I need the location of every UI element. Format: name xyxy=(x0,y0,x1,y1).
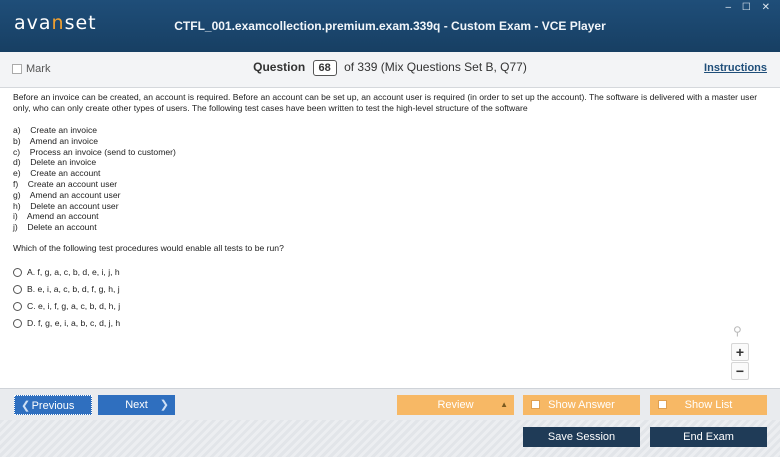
option-label: B. e, i, a, c, b, d, f, g, h, j xyxy=(27,284,120,295)
chevron-right-icon: ❯ xyxy=(159,399,169,411)
question-counter: Question 68 of 339 (Mix Questions Set B,… xyxy=(0,60,780,76)
radio-icon[interactable] xyxy=(13,302,22,311)
show-list-label: Show List xyxy=(684,399,733,411)
list-item: f) Create an account user xyxy=(13,178,118,189)
answer-option-b[interactable]: B. e, i, a, c, b, d, f, g, h, j xyxy=(13,281,120,298)
list-item: a) Create an invoice xyxy=(13,125,98,135)
question-label: Question xyxy=(253,60,306,74)
radio-icon[interactable] xyxy=(13,319,22,328)
test-case-list: a) Create an invoice b) Amend an invoice… xyxy=(13,125,176,233)
option-label: D. f, g, e, i, a, b, c, d, j, h xyxy=(27,318,121,329)
next-button[interactable]: Next ❯ xyxy=(98,395,175,415)
list-item: e) Create an account xyxy=(13,168,101,179)
list-item: d) Delete an invoice xyxy=(13,157,97,168)
next-label: Next xyxy=(125,399,148,411)
caret-up-icon: ▲ xyxy=(500,400,508,409)
save-session-button[interactable]: Save Session xyxy=(523,427,640,447)
review-button[interactable]: Review ▲ xyxy=(397,395,514,415)
question-stem: Before an invoice can be created, an acc… xyxy=(13,92,758,113)
previous-button[interactable]: ❮ Previous xyxy=(14,395,92,415)
show-list-button[interactable]: Show List xyxy=(650,395,767,415)
window-controls[interactable]: ‒ ☐ ✕ xyxy=(726,2,774,13)
checkbox-icon[interactable] xyxy=(658,400,667,409)
list-item: h) Delete an account user xyxy=(13,200,119,211)
checkbox-icon[interactable] xyxy=(531,400,540,409)
search-icon[interactable]: ⚲ xyxy=(733,325,742,337)
answer-option-a[interactable]: A. f, g, a, c, b, d, e, i, j, h xyxy=(13,264,120,281)
list-item: g) Amend an account user xyxy=(13,189,121,200)
question-prompt: Which of the following test procedures w… xyxy=(13,243,284,253)
footer-toolbar: ❮ Previous Next ❯ Review ▲ Show Answer S… xyxy=(0,388,780,457)
title-bar: avanset CTFL_001.examcollection.premium.… xyxy=(0,0,780,52)
question-total: of 339 (Mix Questions Set B, Q77) xyxy=(344,60,527,74)
question-content: Before an invoice can be created, an acc… xyxy=(0,88,780,388)
zoom-in-button[interactable]: + xyxy=(731,343,749,361)
option-label: C. e, i, f, g, a, c, b, d, h, j xyxy=(27,301,121,312)
answer-options: A. f, g, a, c, b, d, e, i, j, h B. e, i,… xyxy=(13,264,120,332)
show-answer-button[interactable]: Show Answer xyxy=(523,395,640,415)
zoom-out-button[interactable]: − xyxy=(731,362,749,380)
answer-option-c[interactable]: C. e, i, f, g, a, c, b, d, h, j xyxy=(13,298,120,315)
question-number-input[interactable]: 68 xyxy=(312,60,337,76)
end-exam-button[interactable]: End Exam xyxy=(650,427,767,447)
option-label: A. f, g, a, c, b, d, e, i, j, h xyxy=(27,267,120,278)
question-bar: Mark Question 68 of 339 (Mix Questions S… xyxy=(0,52,780,88)
list-item: i) Amend an account xyxy=(13,211,99,222)
list-item: c) Process an invoice (send to customer) xyxy=(13,146,176,157)
answer-option-d[interactable]: D. f, g, e, i, a, b, c, d, j, h xyxy=(13,315,120,332)
window-title: CTFL_001.examcollection.premium.exam.339… xyxy=(174,19,606,33)
show-answer-label: Show Answer xyxy=(548,399,615,411)
instructions-link[interactable]: Instructions xyxy=(704,62,767,74)
list-item: b) Amend an invoice xyxy=(13,135,99,146)
radio-icon[interactable] xyxy=(13,268,22,277)
review-label: Review xyxy=(437,399,474,411)
list-item: j) Delete an account xyxy=(13,222,97,233)
chevron-left-icon: ❮ xyxy=(21,400,31,412)
previous-label: Previous xyxy=(31,400,75,412)
radio-icon[interactable] xyxy=(13,285,22,294)
